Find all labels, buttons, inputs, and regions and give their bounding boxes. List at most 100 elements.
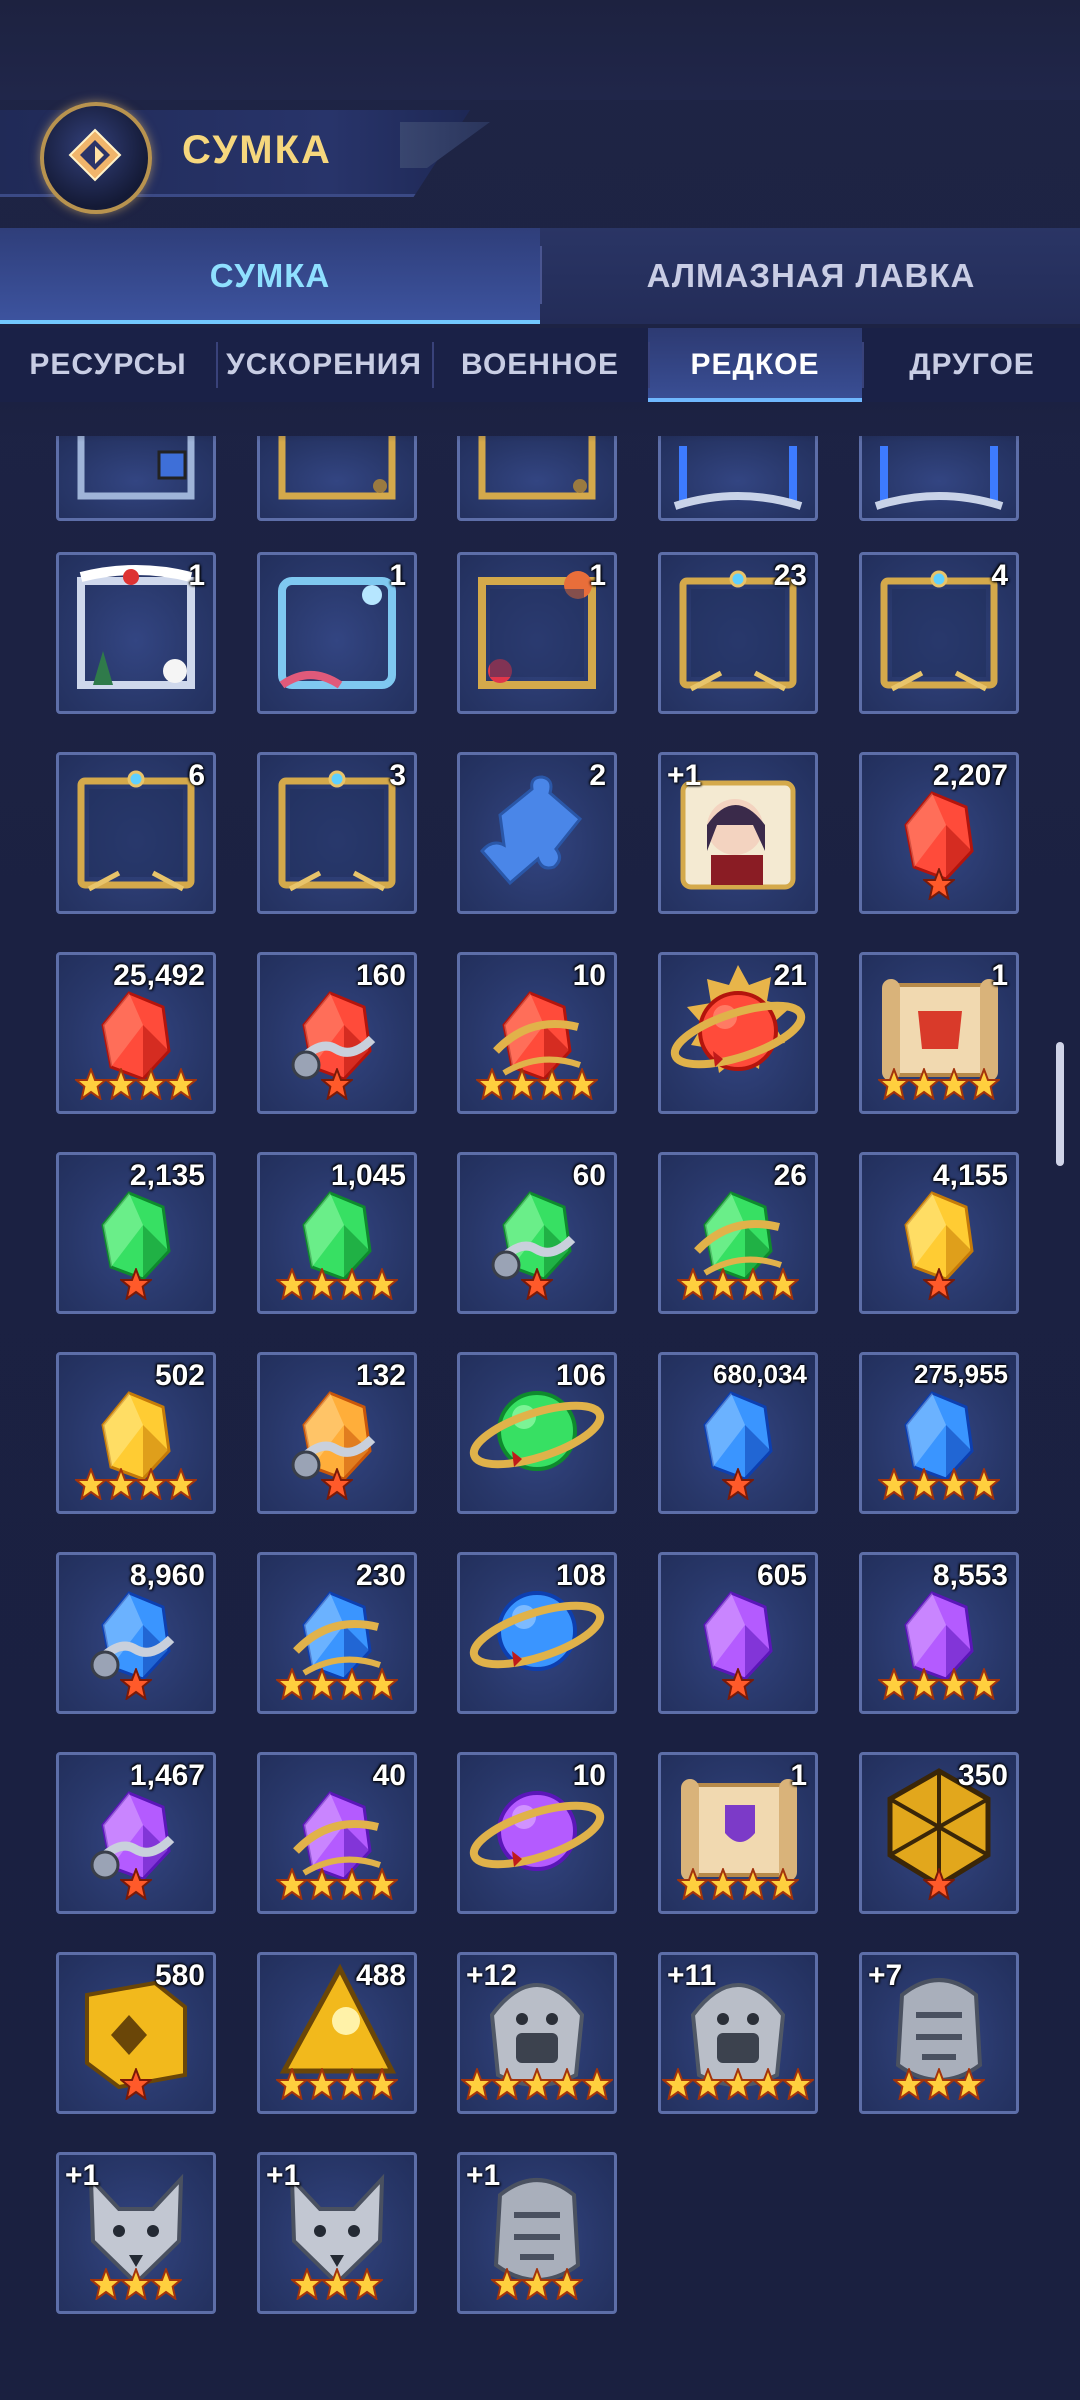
ocean-frame-slot[interactable]: 1 (257, 552, 417, 714)
item-count: 4 (991, 559, 1008, 592)
gold-pyramid-slot[interactable]: 488 (257, 1952, 417, 2114)
green-crystal-slot[interactable]: 1,045 (257, 1152, 417, 1314)
star-icon (75, 1468, 107, 1500)
star-icon (120, 1868, 152, 1900)
red-scroll-slot[interactable]: 1 (859, 952, 1019, 1114)
purple-scroll-slot[interactable]: 1 (658, 1752, 818, 1914)
star-icon (521, 1268, 553, 1300)
gold-icosahedron-slot[interactable]: 350 (859, 1752, 1019, 1914)
star-icon (306, 2068, 338, 2100)
avatar-frame-gold-slot[interactable] (457, 436, 617, 521)
item-level: +12 (466, 1959, 517, 1992)
star-icon (938, 1668, 970, 1700)
star-icon (521, 2268, 553, 2300)
avatar-frame-gold-slot[interactable] (257, 436, 417, 521)
red-crystal-ornate-slot[interactable]: 10 (457, 952, 617, 1114)
avatar-frame-blue-slot[interactable] (56, 436, 216, 521)
item-level: +1 (266, 2159, 301, 2192)
purple-crystal-slot[interactable]: 605 (658, 1552, 818, 1714)
blue-crystal-slot[interactable]: 275,955 (859, 1352, 1019, 1514)
wolf-emblem-slot[interactable]: +1 (56, 2152, 216, 2314)
star-icon (968, 1668, 1000, 1700)
item-count: 132 (355, 1359, 406, 1392)
star-icon (476, 1068, 508, 1100)
item-count: 3 (389, 759, 406, 792)
star-rating (460, 2068, 614, 2107)
green-crystal-ornate-slot[interactable]: 26 (658, 1152, 818, 1314)
star-rating (661, 1468, 815, 1507)
blue-crystal-bound-slot[interactable]: 8,960 (56, 1552, 216, 1714)
purple-crystal-slot[interactable]: 8,553 (859, 1552, 1019, 1714)
grid-top-fade (0, 402, 1080, 442)
avatar-frame-silver-slot[interactable] (658, 436, 818, 521)
star-icon (923, 2068, 955, 2100)
blue-crystal-ornate-slot[interactable]: 230 (257, 1552, 417, 1714)
star-icon (677, 1268, 709, 1300)
star-icon (75, 1068, 107, 1100)
item-level: +1 (466, 2159, 501, 2192)
star-icon (908, 1668, 940, 1700)
lion-emblem-slot[interactable]: +11 (658, 1952, 818, 2114)
item-count: 275,955 (914, 1359, 1008, 1389)
eagle-emblem-slot[interactable]: +1 (457, 2152, 617, 2314)
red-crystal-slot[interactable]: 25,492 (56, 952, 216, 1114)
avatar-frame-silver-slot[interactable] (859, 436, 1019, 521)
orange-crystal-bound-slot[interactable]: 132 (257, 1352, 417, 1514)
puzzle-piece-slot[interactable]: 2 (457, 752, 617, 914)
green-orb-ring-slot[interactable]: 106 (457, 1352, 617, 1514)
item-count: 502 (154, 1359, 205, 1392)
star-icon (150, 2268, 182, 2300)
item-count: 1 (790, 1759, 807, 1792)
gold-frame-slot[interactable]: 4 (859, 552, 1019, 714)
star-icon (521, 2068, 553, 2100)
star-rating (862, 1268, 1016, 1307)
star-rating (260, 1268, 414, 1307)
star-icon (923, 1868, 955, 1900)
star-icon (276, 2068, 308, 2100)
red-crystal-bound-slot[interactable]: 160 (257, 952, 417, 1114)
purple-crystal-ornate-slot[interactable]: 40 (257, 1752, 417, 1914)
red-crystal-slot[interactable]: 2,207 (859, 752, 1019, 914)
yellow-crystal-slot[interactable]: 502 (56, 1352, 216, 1514)
star-icon (491, 2268, 523, 2300)
star-icon (291, 2268, 323, 2300)
lion-emblem-slot[interactable]: +12 (457, 1952, 617, 2114)
gold-frame-slot[interactable]: 23 (658, 552, 818, 714)
eagle-emblem-slot[interactable]: +7 (859, 1952, 1019, 2114)
star-icon (120, 1668, 152, 1700)
jester-frame-slot[interactable]: 1 (457, 552, 617, 714)
star-icon (878, 1068, 910, 1100)
star-icon (878, 1468, 910, 1500)
red-orb-sun-slot[interactable]: 21 (658, 952, 818, 1114)
purple-orb-ring-slot[interactable]: 10 (457, 1752, 617, 1914)
gold-cube-slot[interactable]: 580 (56, 1952, 216, 2114)
purple-crystal-bound-slot[interactable]: 1,467 (56, 1752, 216, 1914)
star-rating (460, 1268, 614, 1307)
star-icon (105, 1468, 137, 1500)
star-icon (306, 1668, 338, 1700)
gold-frame-slot[interactable]: 3 (257, 752, 417, 914)
item-count: 10 (572, 1759, 606, 1792)
gold-frame-slot[interactable]: 6 (56, 752, 216, 914)
blue-crystal-slot[interactable]: 680,034 (658, 1352, 818, 1514)
green-crystal-bound-slot[interactable]: 60 (457, 1152, 617, 1314)
star-icon (938, 1068, 970, 1100)
star-rating (59, 1668, 213, 1707)
star-rating (862, 1868, 1016, 1907)
star-icon (276, 1868, 308, 1900)
star-icon (120, 2268, 152, 2300)
scrollbar[interactable] (1056, 1042, 1064, 1166)
wolf-emblem-slot[interactable]: +1 (257, 2152, 417, 2314)
green-crystal-slot[interactable]: 2,135 (56, 1152, 216, 1314)
star-icon (707, 1268, 739, 1300)
hero-sticker-slot[interactable]: +1 (658, 752, 818, 914)
star-icon (908, 1468, 940, 1500)
item-count: 350 (957, 1759, 1008, 1792)
yellow-crystal-slot[interactable]: 4,155 (859, 1152, 1019, 1314)
star-rating (862, 1468, 1016, 1507)
christmas-frame-slot[interactable]: 1 (56, 552, 216, 714)
item-level: +1 (667, 759, 702, 792)
star-icon (336, 1868, 368, 1900)
blue-orb-ring-slot[interactable]: 108 (457, 1552, 617, 1714)
star-icon (722, 2068, 754, 2100)
